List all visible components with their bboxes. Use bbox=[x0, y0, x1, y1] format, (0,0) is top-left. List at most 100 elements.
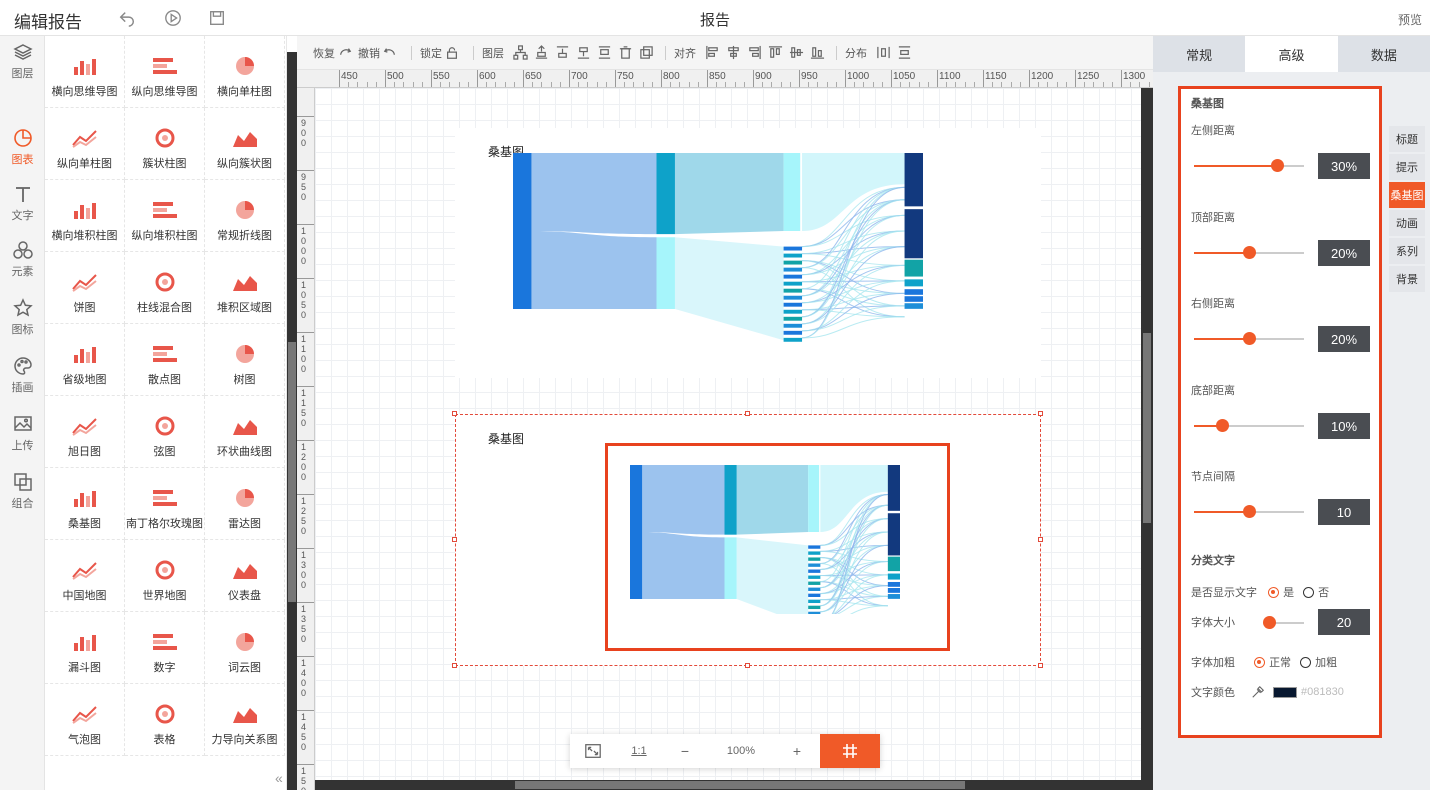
resize-handle[interactable] bbox=[745, 411, 750, 416]
left-distance-slider[interactable] bbox=[1194, 159, 1304, 172]
palette-item[interactable]: 词云图 bbox=[205, 612, 285, 684]
fit-screen-button[interactable] bbox=[570, 734, 616, 768]
palette-item[interactable]: 力导向关系图 bbox=[205, 684, 285, 756]
nav-upload[interactable]: 上传 bbox=[0, 408, 45, 464]
palette-item[interactable]: 饼图 bbox=[45, 252, 125, 324]
palette-item[interactable]: 中国地图 bbox=[45, 540, 125, 612]
palette-item[interactable]: 纵向簇状图 bbox=[205, 108, 285, 180]
weight-normal-option[interactable]: 正常 bbox=[1254, 657, 1291, 669]
palette-item[interactable]: 环状曲线图 bbox=[205, 396, 285, 468]
preview-button[interactable]: 预览 bbox=[1398, 11, 1422, 28]
nav-charts[interactable]: 图表 bbox=[0, 122, 45, 178]
palette-item[interactable]: 堆积区域图 bbox=[205, 252, 285, 324]
collapse-panel-icon[interactable]: « bbox=[275, 770, 283, 786]
layer-bottom-icon[interactable] bbox=[597, 45, 612, 60]
left-distance-value[interactable]: 30% bbox=[1318, 153, 1370, 179]
node-gap-slider[interactable] bbox=[1194, 505, 1304, 518]
palette-item[interactable]: 常规折线图 bbox=[205, 180, 285, 252]
align-left-icon[interactable] bbox=[705, 45, 720, 60]
slider-knob[interactable] bbox=[1243, 332, 1256, 345]
grid-toggle-button[interactable] bbox=[820, 734, 880, 768]
resize-handle[interactable] bbox=[745, 663, 750, 668]
lock-button[interactable]: 锁定 bbox=[420, 45, 459, 61]
palette-item[interactable]: 表格 bbox=[125, 684, 205, 756]
align-bottom-icon[interactable] bbox=[810, 45, 825, 60]
side-tab-series[interactable]: 系列 bbox=[1389, 238, 1425, 264]
palette-item[interactable]: 纵向堆积柱图 bbox=[125, 180, 205, 252]
nav-icons[interactable]: 图标 bbox=[0, 292, 45, 348]
resize-handle[interactable] bbox=[1038, 663, 1043, 668]
side-tab-animation[interactable]: 动画 bbox=[1389, 210, 1425, 236]
top-distance-slider[interactable] bbox=[1194, 246, 1304, 259]
palette-item[interactable]: 弦图 bbox=[125, 396, 205, 468]
resize-handle[interactable] bbox=[1038, 411, 1043, 416]
palette-item[interactable]: 树图 bbox=[205, 324, 285, 396]
top-distance-value[interactable]: 20% bbox=[1318, 240, 1370, 266]
align-right-icon[interactable] bbox=[747, 45, 762, 60]
palette-item[interactable]: 旭日图 bbox=[45, 396, 125, 468]
palette-item[interactable]: 纵向思维导图 bbox=[125, 36, 205, 108]
palette-item[interactable]: 气泡图 bbox=[45, 684, 125, 756]
palette-item[interactable]: 横向思维导图 bbox=[45, 36, 125, 108]
palette-item[interactable]: 世界地图 bbox=[125, 540, 205, 612]
tab-data[interactable]: 数据 bbox=[1338, 36, 1430, 72]
nav-illustration[interactable]: 插画 bbox=[0, 350, 45, 406]
distribute-v-icon[interactable] bbox=[897, 45, 912, 60]
save-icon[interactable] bbox=[208, 9, 226, 27]
palette-item[interactable]: 簇状柱图 bbox=[125, 108, 205, 180]
show-yes-option[interactable]: 是 bbox=[1268, 587, 1294, 599]
scrollbar-thumb[interactable] bbox=[288, 342, 296, 602]
resize-handle[interactable] bbox=[452, 537, 457, 542]
slider-knob[interactable] bbox=[1262, 616, 1276, 629]
bottom-distance-slider[interactable] bbox=[1194, 419, 1304, 432]
play-icon[interactable] bbox=[164, 9, 182, 27]
weight-bold-option[interactable]: 加粗 bbox=[1300, 657, 1337, 669]
align-top-icon[interactable] bbox=[768, 45, 783, 60]
scrollbar-thumb[interactable] bbox=[1143, 333, 1151, 523]
palette-item[interactable]: 散点图 bbox=[125, 324, 205, 396]
side-tab-tooltip[interactable]: 提示 bbox=[1389, 154, 1425, 180]
show-no-option[interactable]: 否 bbox=[1303, 587, 1329, 599]
canvas-horizontal-scrollbar[interactable] bbox=[315, 780, 1141, 790]
align-center-h-icon[interactable] bbox=[726, 45, 741, 60]
side-tab-title[interactable]: 标题 bbox=[1389, 126, 1425, 152]
layer-down-icon[interactable] bbox=[576, 45, 591, 60]
color-swatch[interactable] bbox=[1273, 686, 1297, 698]
slider-knob[interactable] bbox=[1270, 159, 1284, 172]
resize-handle[interactable] bbox=[1038, 537, 1043, 542]
tab-advanced[interactable]: 高级 bbox=[1245, 36, 1338, 72]
layer-up-icon[interactable] bbox=[534, 45, 549, 60]
palette-scrollbar[interactable] bbox=[287, 52, 297, 790]
palette-item[interactable]: 雷达图 bbox=[205, 468, 285, 540]
font-size-value[interactable]: 20 bbox=[1318, 609, 1370, 635]
design-canvas[interactable]: 桑基图 桑基图 bbox=[315, 88, 1141, 780]
right-distance-value[interactable]: 20% bbox=[1318, 326, 1370, 352]
redo-button[interactable]: 恢复 bbox=[313, 45, 352, 61]
palette-item[interactable]: 桑基图 bbox=[45, 468, 125, 540]
nav-text[interactable]: 文字 bbox=[0, 178, 45, 234]
side-tab-background[interactable]: 背景 bbox=[1389, 266, 1425, 292]
palette-item[interactable]: 横向堆积柱图 bbox=[45, 180, 125, 252]
distribute-h-icon[interactable] bbox=[876, 45, 891, 60]
palette-item[interactable]: 仪表盘 bbox=[205, 540, 285, 612]
palette-item[interactable]: 横向单柱图 bbox=[205, 36, 285, 108]
font-size-slider[interactable] bbox=[1262, 616, 1304, 629]
palette-item[interactable]: 纵向单柱图 bbox=[45, 108, 125, 180]
layer-top-icon[interactable] bbox=[555, 45, 570, 60]
sankey-chart-1[interactable]: 桑基图 bbox=[455, 128, 1041, 378]
zoom-out-button[interactable]: − bbox=[662, 734, 708, 768]
slider-knob[interactable] bbox=[1215, 419, 1229, 432]
nav-elements[interactable]: 元素 bbox=[0, 234, 45, 290]
palette-item[interactable]: 柱线混合图 bbox=[125, 252, 205, 324]
scrollbar-thumb[interactable] bbox=[515, 781, 965, 789]
right-distance-slider[interactable] bbox=[1194, 332, 1304, 345]
palette-item[interactable]: 南丁格尔玫瑰图 bbox=[125, 468, 205, 540]
nav-group[interactable]: 组合 bbox=[0, 466, 45, 522]
palette-item[interactable]: 省级地图 bbox=[45, 324, 125, 396]
one-to-one-button[interactable]: 1:1 bbox=[616, 734, 662, 768]
align-middle-icon[interactable] bbox=[789, 45, 804, 60]
palette-item[interactable]: 数字 bbox=[125, 612, 205, 684]
back-icon[interactable] bbox=[118, 9, 136, 27]
copy-icon[interactable] bbox=[639, 45, 654, 60]
layer-tree-icon[interactable] bbox=[513, 45, 528, 60]
